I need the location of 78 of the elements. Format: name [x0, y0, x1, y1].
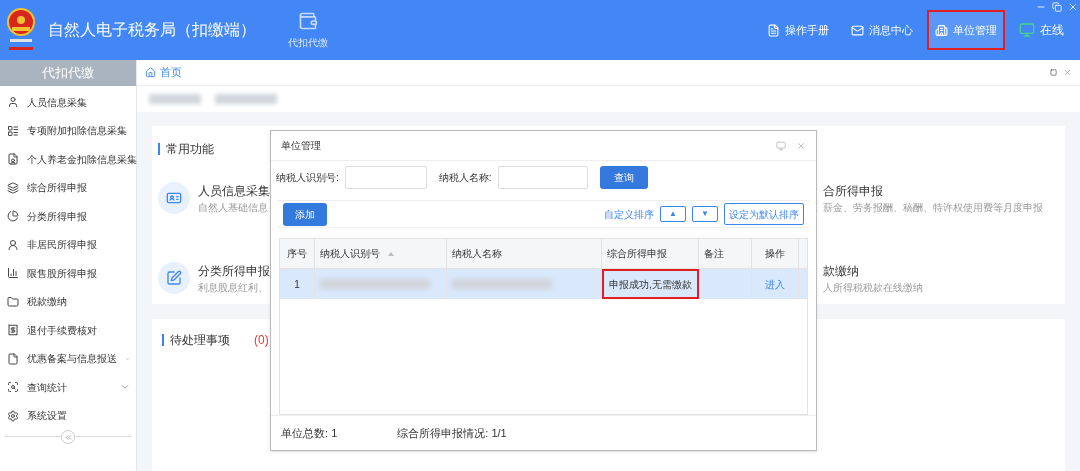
dialog-title: 单位管理	[281, 139, 321, 154]
edit-icon	[158, 262, 190, 294]
custom-sort-link[interactable]: 自定义排序	[604, 206, 654, 222]
sort-arrow-icon[interactable]	[388, 251, 394, 256]
sidebar-item[interactable]: 查询统计	[0, 373, 136, 402]
section-title: 待处理事项	[170, 332, 230, 349]
folder-icon	[7, 295, 19, 308]
blurred-area	[149, 94, 201, 104]
person-icon	[7, 96, 19, 109]
column-header: 纳税人名称	[447, 239, 602, 268]
set-default-sort-button[interactable]: 设定为默认排序	[724, 203, 804, 226]
function-title[interactable]: 人员信息采集	[198, 181, 270, 200]
move-up-button[interactable]: ▲	[660, 206, 686, 223]
filter-field[interactable]	[344, 166, 427, 190]
building-icon	[935, 23, 948, 37]
app-title: 自然人电子税务局（扣缴端）	[48, 20, 256, 40]
column-header: 综合所得申报	[602, 239, 699, 268]
document-icon	[767, 23, 780, 37]
summary-text: 综合所得申报情况: 1/1	[397, 425, 507, 441]
sidebar-item[interactable]: 综合所得申报	[0, 173, 136, 202]
restore-icon[interactable]	[1052, 2, 1062, 12]
sidebar-item[interactable]: 个人养老金扣除信息采集	[0, 145, 136, 174]
section-title: 常用功能	[166, 141, 214, 158]
function-description: 薪金、劳务报酬、稿酬、特许权使用费等月度申报	[823, 200, 1043, 215]
id-card-icon	[158, 182, 190, 214]
sidebar-item[interactable]: 限售股所得申报	[0, 259, 136, 288]
column-header: 序号	[280, 239, 315, 268]
sidebar-item[interactable]: 非居民所得申报	[0, 230, 136, 259]
layers-icon	[7, 181, 19, 194]
collapse-icon	[63, 432, 73, 442]
pending-count: (0)	[254, 332, 269, 349]
person-icon	[7, 238, 19, 251]
sidebar-item[interactable]: 优惠备案与信息报送	[0, 344, 136, 373]
bar-chart-icon	[7, 267, 19, 280]
move-down-button[interactable]: ▼	[692, 206, 718, 223]
function-title[interactable]: 分类所得申报	[198, 261, 270, 280]
collapse-button[interactable]	[61, 430, 75, 444]
add-button[interactable]: 添加	[283, 202, 327, 226]
status-cell: 申报成功,无需缴款	[602, 269, 699, 299]
column-header: 纳税人识别号	[315, 239, 447, 268]
sidebar-item[interactable]: 税款缴纳	[0, 287, 136, 316]
filter-field[interactable]	[497, 166, 588, 190]
sidebar-item[interactable]: 专项附加扣除信息采集	[0, 116, 136, 145]
filter-label: 纳税人名称:	[438, 171, 492, 186]
column-header: 操作	[752, 239, 799, 268]
emblem-logo	[4, 7, 38, 53]
blurred-area	[215, 94, 277, 104]
function-description: 人所得税税款在线缴纳	[823, 280, 923, 295]
settings-icon	[7, 409, 19, 422]
document-icon	[7, 153, 19, 166]
function-description: 自然人基础信息	[198, 200, 269, 215]
wallet-icon	[298, 10, 318, 31]
receipt-icon	[7, 324, 19, 337]
breadcrumb-tab[interactable]: 首页	[160, 64, 182, 81]
sidebar-item[interactable]: 系统设置	[0, 401, 136, 430]
sidebar-item[interactable]: 人员信息采集	[0, 88, 136, 117]
table-row[interactable]: 1 申报成功,无需缴款 进入	[280, 269, 807, 299]
function-title[interactable]: 合所得申报	[823, 181, 1043, 200]
filter-label: 纳税人识别号:	[276, 171, 339, 186]
column-header: 备注	[699, 239, 752, 268]
file-icon	[7, 352, 19, 365]
sidebar-title: 代扣代缴	[0, 60, 136, 86]
search-icon	[7, 381, 19, 394]
sidebar-item[interactable]: 退付手续费核对	[0, 316, 136, 345]
table-cell: 1	[280, 269, 315, 299]
sidebar-item[interactable]: 分类所得申报	[0, 202, 136, 231]
close-icon[interactable]	[796, 140, 806, 151]
close-icon[interactable]	[1068, 2, 1078, 12]
function-title[interactable]: 款缴纳	[823, 261, 923, 280]
function-description: 利息股息红利、	[198, 280, 269, 295]
query-button[interactable]: 查询	[599, 166, 648, 190]
home-icon	[145, 67, 156, 78]
summary-text: 单位总数: 1	[281, 425, 338, 441]
list-icon	[7, 124, 19, 137]
monitor-icon	[1019, 22, 1035, 38]
close-icon[interactable]	[1063, 68, 1072, 77]
pie-chart-icon	[7, 210, 19, 223]
mail-icon	[851, 23, 864, 37]
